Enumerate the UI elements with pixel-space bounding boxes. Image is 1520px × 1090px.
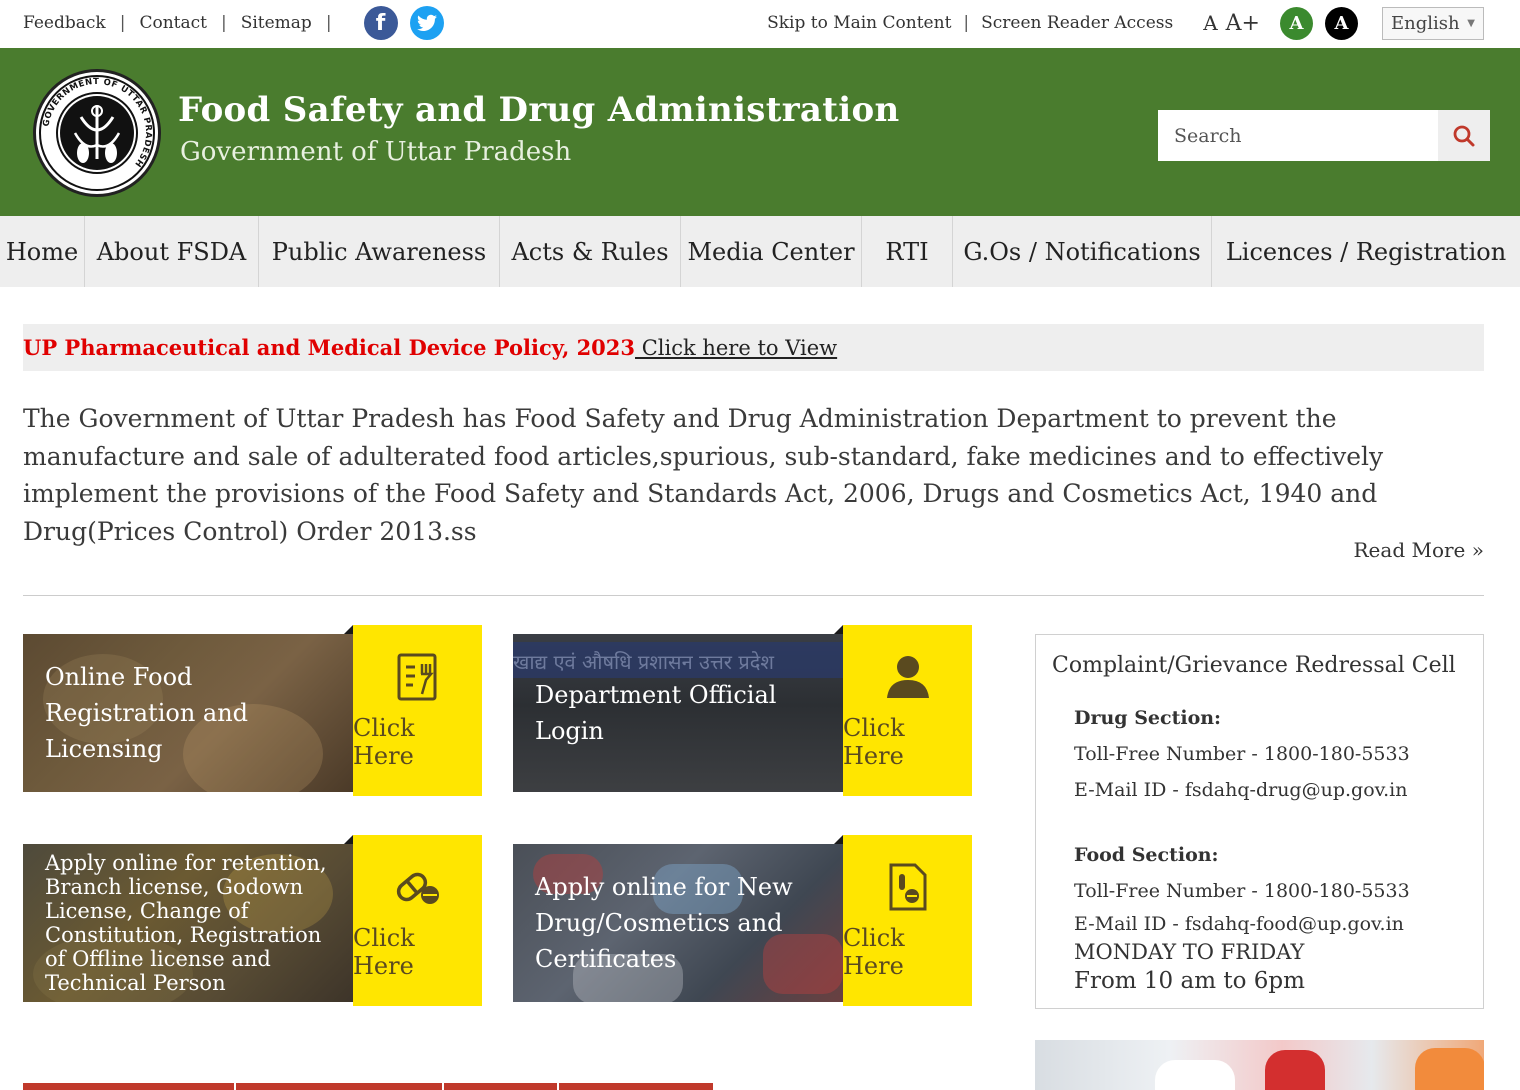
feedback-link[interactable]: Feedback bbox=[23, 13, 106, 33]
tile-text: Online Food Registration and Licensing bbox=[45, 663, 249, 763]
tile-text: Department Official Login bbox=[535, 681, 777, 745]
top-right-tools: Skip to Main Content | Screen Reader Acc… bbox=[767, 0, 1484, 46]
contact-link[interactable]: Contact bbox=[139, 13, 207, 33]
policy-title: UP Pharmaceutical and Medical Device Pol… bbox=[23, 335, 636, 360]
search-icon bbox=[1453, 125, 1475, 146]
click-here-label: Click Here bbox=[843, 713, 905, 770]
tile-notch bbox=[834, 835, 843, 844]
bottom-tabs bbox=[23, 1083, 713, 1090]
contrast-black-button[interactable]: A bbox=[1325, 6, 1358, 40]
food-section-label: Food Section: bbox=[1074, 844, 1219, 866]
facebook-icon[interactable]: f bbox=[363, 6, 398, 40]
emblem-icon: GOVERNMENT OF UTTAR PRADESH bbox=[39, 75, 155, 191]
nav-item-gos-notifications[interactable]: G.Os / Notifications bbox=[953, 216, 1212, 287]
food-section: Food Section: Toll-Free Number - 1800-18… bbox=[1074, 837, 1410, 997]
main-nav: Home About FSDA Public Awareness Acts & … bbox=[0, 216, 1520, 287]
skip-to-main-link[interactable]: Skip to Main Content bbox=[767, 13, 951, 33]
click-here-button-department-login[interactable]: Click Here bbox=[843, 625, 972, 796]
site-header: GOVERNMENT OF UTTAR PRADESH Food Safety … bbox=[0, 48, 1520, 216]
top-utility-bar: Feedback | Contact | Sitemap | f Skip to… bbox=[0, 0, 1520, 48]
pill-shape bbox=[1265, 1050, 1325, 1090]
separator: | bbox=[119, 13, 126, 33]
drug-phone: Toll-Free Number - 1800-180-5533 bbox=[1074, 743, 1410, 765]
pill-shape bbox=[1415, 1048, 1484, 1090]
tile-text: Apply online for retention, Branch licen… bbox=[45, 851, 327, 995]
click-here-label: Click Here bbox=[843, 923, 905, 980]
policy-announcement: UP Pharmaceutical and Medical Device Pol… bbox=[23, 324, 1484, 371]
nav-item-licences-registration[interactable]: Licences / Registration bbox=[1212, 216, 1520, 287]
separator: | bbox=[325, 13, 332, 33]
search-box bbox=[1158, 110, 1490, 161]
nav-item-media-center[interactable]: Media Center bbox=[681, 216, 862, 287]
policy-view-link[interactable]: Click here to View bbox=[635, 336, 837, 360]
medicine-banner-image bbox=[1035, 1040, 1484, 1090]
site-title[interactable]: Food Safety and Drug Administration bbox=[178, 90, 899, 130]
nav-item-about-fsda[interactable]: About FSDA bbox=[85, 216, 259, 287]
click-here-label: Click Here bbox=[353, 713, 415, 770]
sitemap-link[interactable]: Sitemap bbox=[241, 13, 312, 33]
pill-shape bbox=[1155, 1060, 1235, 1090]
screen-reader-link[interactable]: Screen Reader Access bbox=[981, 13, 1173, 33]
tile-text: Apply online for New Drug/Cosmetics and … bbox=[535, 873, 793, 973]
language-select-value: English bbox=[1391, 12, 1460, 34]
food-phone: Toll-Free Number - 1800-180-5533 bbox=[1074, 880, 1410, 902]
tile-food-registration[interactable]: Online Food Registration and Licensing bbox=[23, 634, 353, 792]
separator: | bbox=[220, 13, 227, 33]
drug-email[interactable]: E-Mail ID - fsdahq-drug@up.gov.in bbox=[1074, 772, 1410, 808]
click-here-button-new-drug-cosmetics[interactable]: Click Here bbox=[843, 835, 972, 1006]
language-select[interactable]: English ▼ bbox=[1382, 6, 1484, 40]
twitter-icon[interactable] bbox=[409, 6, 444, 40]
contrast-green-button[interactable]: A bbox=[1280, 6, 1313, 40]
tile-new-drug-cosmetics[interactable]: Apply online for New Drug/Cosmetics and … bbox=[513, 844, 843, 1002]
separator: | bbox=[963, 13, 970, 33]
divider bbox=[23, 595, 1484, 596]
click-here-label: Click Here bbox=[353, 923, 415, 980]
chevron-down-icon: ▼ bbox=[1467, 17, 1475, 29]
document-fork-icon bbox=[397, 653, 436, 700]
site-subtitle: Government of Uttar Pradesh bbox=[180, 137, 572, 167]
tile-license-retention[interactable]: Apply online for retention, Branch licen… bbox=[23, 844, 353, 1002]
tile-notch bbox=[344, 835, 353, 844]
bottom-tab[interactable] bbox=[559, 1083, 713, 1090]
search-input[interactable] bbox=[1158, 110, 1438, 161]
bottom-tab[interactable] bbox=[444, 1083, 559, 1090]
nav-item-home[interactable]: Home bbox=[0, 216, 85, 287]
bottom-tab[interactable] bbox=[236, 1083, 444, 1090]
font-normal-button[interactable]: A bbox=[1203, 11, 1217, 35]
pill-icon bbox=[396, 872, 439, 904]
nav-item-rti[interactable]: RTI bbox=[862, 216, 953, 287]
read-more-link[interactable]: Read More » bbox=[1354, 538, 1485, 562]
top-links: Feedback | Contact | Sitemap | f bbox=[23, 0, 444, 46]
nav-item-acts-rules[interactable]: Acts & Rules bbox=[500, 216, 681, 287]
click-here-button-license-retention[interactable]: Click Here bbox=[353, 835, 482, 1006]
drug-section: Drug Section: Toll-Free Number - 1800-18… bbox=[1074, 700, 1410, 808]
tile-notch bbox=[834, 625, 843, 634]
social-links: f bbox=[352, 6, 444, 40]
complaint-cell-panel: Complaint/Grievance Redressal Cell Drug … bbox=[1035, 634, 1484, 1009]
tile-notch bbox=[344, 625, 353, 634]
intro-paragraph: The Government of Uttar Pradesh has Food… bbox=[23, 404, 1384, 546]
working-days: MONDAY TO FRIDAY bbox=[1074, 940, 1305, 964]
working-hours: From 10 am to 6pm bbox=[1074, 968, 1305, 994]
complaint-heading: Complaint/Grievance Redressal Cell bbox=[1052, 653, 1456, 678]
drug-document-icon bbox=[889, 863, 926, 910]
nav-item-public-awareness[interactable]: Public Awareness bbox=[259, 216, 500, 287]
click-here-button-food-registration[interactable]: Click Here bbox=[353, 625, 482, 796]
font-size-controls: A A+ bbox=[1203, 11, 1268, 36]
tile-department-login[interactable]: खाद्य एवं औषधि प्रशासन उत्तर प्रदेश Depa… bbox=[513, 634, 843, 792]
search-button[interactable] bbox=[1438, 110, 1490, 161]
drug-section-label: Drug Section: bbox=[1074, 707, 1222, 729]
font-larger-button[interactable]: A+ bbox=[1226, 11, 1260, 36]
bottom-tab[interactable] bbox=[23, 1083, 236, 1090]
user-icon bbox=[886, 655, 929, 698]
up-emblem-logo[interactable]: GOVERNMENT OF UTTAR PRADESH bbox=[33, 69, 161, 197]
food-email[interactable]: E-Mail ID - fsdahq-food@up.gov.in bbox=[1074, 909, 1410, 939]
